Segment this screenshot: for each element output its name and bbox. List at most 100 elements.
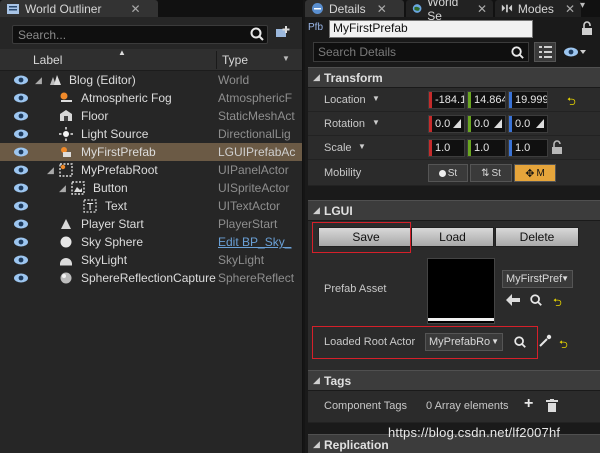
collapse-arrow-icon: ◢ bbox=[313, 375, 320, 385]
tree-row[interactable]: T Text UITextActor bbox=[0, 197, 302, 215]
scale-label[interactable]: Scale bbox=[324, 142, 352, 154]
lgui-category-header[interactable]: ◢ LGUI bbox=[308, 200, 600, 220]
rotation-label[interactable]: Rotation bbox=[324, 118, 365, 130]
eyedropper-icon[interactable] bbox=[538, 334, 552, 348]
add-element-icon[interactable]: + bbox=[524, 395, 533, 413]
browse-search-icon[interactable] bbox=[513, 335, 527, 349]
static-dot-icon bbox=[438, 169, 446, 177]
column-label-header[interactable]: Label bbox=[33, 53, 62, 67]
delete-button[interactable]: Delete bbox=[495, 227, 579, 247]
thumbnail-bar bbox=[428, 318, 494, 321]
close-icon[interactable]: ✕ bbox=[477, 2, 487, 16]
search-icon[interactable] bbox=[249, 26, 265, 42]
scale-z-field[interactable]: 1.0 bbox=[508, 139, 548, 157]
transform-category-header[interactable]: ◢ Transform bbox=[308, 67, 600, 87]
trash-icon[interactable] bbox=[546, 399, 558, 412]
visibility-eye-icon[interactable] bbox=[13, 164, 29, 176]
reset-to-default-icon[interactable]: ⮌ bbox=[559, 336, 568, 355]
location-z-field[interactable]: 19.999 bbox=[508, 91, 548, 109]
collapse-arrow-icon[interactable]: ◢ bbox=[35, 75, 42, 86]
dropdown-arrow-icon: ▼ bbox=[491, 337, 499, 346]
prefab-asset-combo[interactable]: MyFirstPref ▼ bbox=[502, 270, 573, 288]
tree-row[interactable]: ◢ MyPrefabRoot UIPanelActor bbox=[0, 161, 302, 179]
reset-to-default-icon[interactable]: ⮌ bbox=[567, 93, 576, 112]
collapse-arrow-icon[interactable]: ◢ bbox=[47, 165, 54, 176]
tree-row[interactable]: ◢ Blog (Editor) World bbox=[0, 71, 302, 89]
edit-blueprint-link[interactable]: Edit BP_Sky_ bbox=[218, 235, 302, 249]
tree-row[interactable]: SkyLight SkyLight bbox=[0, 251, 302, 269]
details-search-input[interactable] bbox=[313, 42, 529, 62]
visibility-eye-icon[interactable] bbox=[13, 218, 29, 230]
visibility-eye-icon[interactable] bbox=[13, 272, 29, 284]
tab-details[interactable]: Details ✕ bbox=[305, 0, 404, 17]
rotation-row: Rotation ▼ 0.0 0.0 0.0 bbox=[308, 112, 600, 136]
add-folder-icon[interactable] bbox=[274, 24, 292, 42]
mobility-movable-label: M bbox=[536, 167, 545, 179]
rotation-z-field[interactable]: 0.0 bbox=[508, 115, 548, 133]
visibility-eye-icon[interactable] bbox=[13, 128, 29, 140]
location-x-field[interactable]: -184.1 bbox=[428, 91, 465, 109]
prefab-asset-thumbnail[interactable] bbox=[427, 258, 495, 324]
tags-category-header[interactable]: ◢ Tags bbox=[308, 370, 600, 390]
lock-icon[interactable] bbox=[581, 21, 593, 36]
tree-row[interactable]: Light Source DirectionalLig bbox=[0, 125, 302, 143]
visibility-eye-icon[interactable] bbox=[13, 236, 29, 248]
outliner-search-input[interactable] bbox=[12, 25, 268, 44]
dropdown-arrow-icon[interactable]: ▼ bbox=[358, 142, 366, 151]
reset-to-default-icon[interactable]: ⮌ bbox=[553, 294, 562, 313]
tree-row[interactable]: Floor StaticMeshAct bbox=[0, 107, 302, 125]
column-type-header[interactable]: Type bbox=[222, 53, 248, 67]
close-icon[interactable]: ✕ bbox=[565, 2, 575, 16]
tree-row[interactable]: SphereReflectionCapture SphereReflect bbox=[0, 269, 302, 287]
tab-world-settings[interactable]: World Se ✕ bbox=[406, 0, 493, 23]
sort-ascending-icon[interactable]: ▲ bbox=[118, 48, 126, 57]
tree-row-label: SphereReflectionCapture bbox=[81, 271, 216, 285]
tree-row-type: DirectionalLig bbox=[218, 127, 291, 141]
use-selected-arrow-icon[interactable] bbox=[506, 294, 520, 306]
mobility-static-button[interactable]: St bbox=[428, 164, 468, 182]
mobility-stationary-button[interactable]: ⇅ St bbox=[470, 164, 512, 182]
tab-world-outliner[interactable]: World Outliner ✕ bbox=[0, 0, 158, 17]
visibility-eye-icon[interactable] bbox=[13, 110, 29, 122]
column-separator[interactable] bbox=[216, 51, 217, 69]
scale-y-field[interactable]: 1.0 bbox=[467, 139, 506, 157]
tab-menu-icon[interactable]: ▾ bbox=[580, 0, 585, 11]
loaded-root-actor-combo[interactable]: MyPrefabRo ▼ bbox=[425, 333, 503, 351]
object-name-field[interactable]: MyFirstPrefab bbox=[329, 20, 533, 38]
svg-text:T: T bbox=[86, 202, 94, 213]
property-matrix-button[interactable] bbox=[534, 42, 556, 62]
search-icon[interactable] bbox=[510, 45, 525, 60]
scale-z-value: 1.0 bbox=[515, 142, 531, 154]
collapse-arrow-icon[interactable]: ◢ bbox=[59, 183, 66, 194]
column-options-icon[interactable]: ▼ bbox=[282, 54, 290, 63]
tab-modes[interactable]: Modes ✕ bbox=[495, 0, 581, 17]
globe-icon bbox=[412, 4, 422, 13]
visibility-eye-icon[interactable] bbox=[13, 74, 29, 86]
tree-row[interactable]: Player Start PlayerStart bbox=[0, 215, 302, 233]
visibility-eye-icon[interactable] bbox=[13, 146, 29, 158]
unlocked-icon[interactable] bbox=[551, 140, 563, 155]
tree-row[interactable]: Atmospheric Fog AtmosphericF bbox=[0, 89, 302, 107]
visibility-eye-icon[interactable] bbox=[13, 92, 29, 104]
dropdown-arrow-icon[interactable]: ▼ bbox=[372, 94, 380, 103]
close-icon[interactable]: ✕ bbox=[130, 2, 140, 16]
visibility-eye-icon[interactable] bbox=[13, 200, 29, 212]
load-button[interactable]: Load bbox=[411, 227, 494, 247]
rotation-x-field[interactable]: 0.0 bbox=[428, 115, 465, 133]
view-options-button[interactable] bbox=[563, 45, 587, 62]
rotation-y-field[interactable]: 0.0 bbox=[467, 115, 506, 133]
mobility-movable-button[interactable]: ✥ M bbox=[514, 164, 556, 182]
location-y-field[interactable]: 14.864 bbox=[467, 91, 506, 109]
dropdown-arrow-icon[interactable]: ▼ bbox=[372, 118, 380, 127]
tree-row[interactable]: ◢ Button UISpriteActor bbox=[0, 179, 302, 197]
browse-search-icon[interactable] bbox=[529, 293, 543, 307]
tree-row-selected[interactable]: MyFirstPrefab LGUIPrefabAc bbox=[0, 143, 302, 161]
tree-row[interactable]: Sky Sphere Edit BP_Sky_ bbox=[0, 233, 302, 251]
location-label[interactable]: Location bbox=[324, 94, 366, 106]
dropdown-arrow-icon: ▼ bbox=[561, 274, 569, 283]
visibility-eye-icon[interactable] bbox=[13, 254, 29, 266]
visibility-eye-icon[interactable] bbox=[13, 182, 29, 194]
lgui-title: LGUI bbox=[324, 204, 353, 218]
scale-x-field[interactable]: 1.0 bbox=[428, 139, 465, 157]
close-icon[interactable]: ✕ bbox=[377, 2, 387, 16]
